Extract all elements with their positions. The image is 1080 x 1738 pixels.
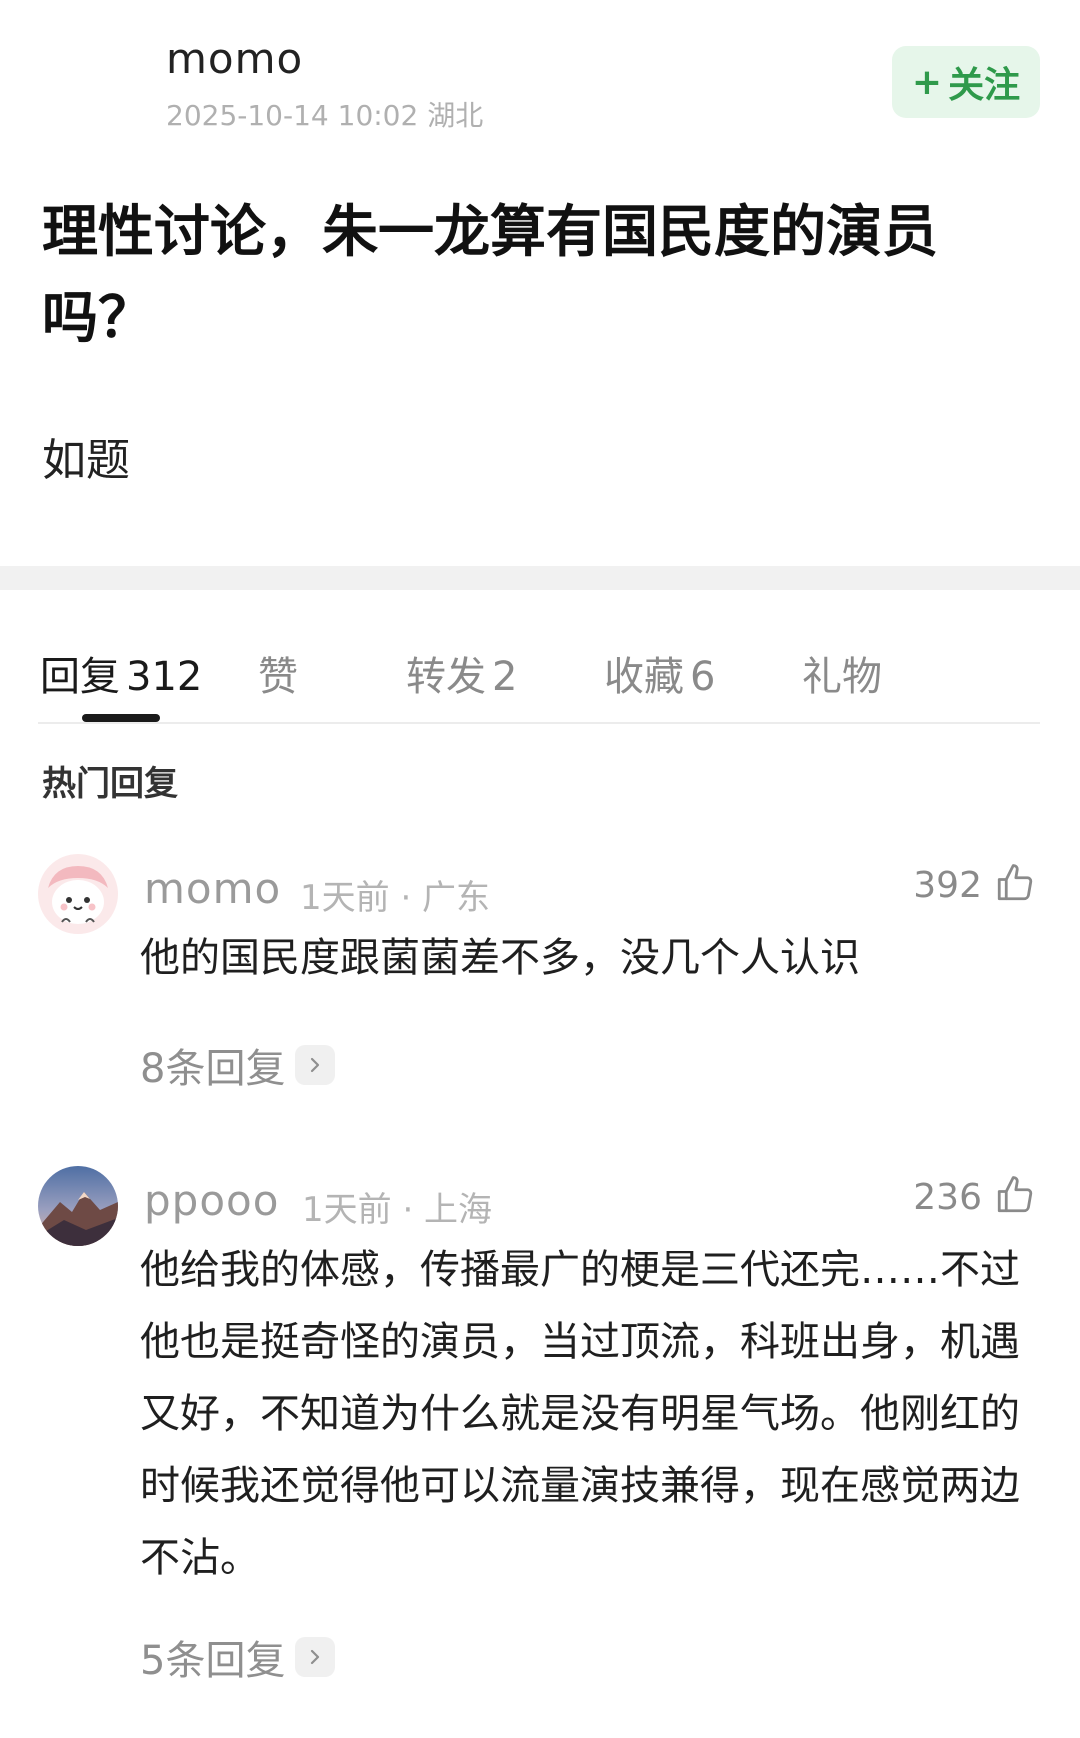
like-count: 392 [913, 864, 982, 906]
comment-meta: 1天前 · 广东 [300, 878, 491, 918]
section-divider [0, 566, 1080, 590]
comment-text: 他的国民度跟菌菌差不多，没几个人认识 [140, 935, 860, 981]
tab-favorites-label: 收藏 [604, 654, 684, 700]
like-count: 236 [913, 1176, 982, 1218]
plus-icon: + [911, 61, 943, 103]
chevron-right-icon [295, 1045, 336, 1085]
commenter-name[interactable]: momo [144, 864, 281, 913]
interaction-tabs: 回复 312 赞 转发 2 收藏 6 礼物 [0, 630, 1080, 726]
post-meta: 2025-10-14 10:02 湖北 [166, 99, 484, 132]
post-header: momo 2025-10-14 10:02 湖北 + 关注 [0, 0, 1080, 150]
tab-replies-label: 回复 [40, 654, 120, 700]
view-replies-button[interactable]: 8条回复 [140, 1036, 336, 1094]
active-tab-indicator [82, 714, 160, 722]
hot-replies-heading: 热门回复 [42, 764, 178, 804]
tab-replies-count: 312 [126, 654, 203, 700]
commenter-name[interactable]: ppooo [144, 1176, 279, 1225]
thumbs-up-icon [994, 1174, 1036, 1220]
thumbs-up-icon [994, 862, 1036, 908]
tab-favorites[interactable]: 收藏 6 [604, 644, 715, 702]
tab-reposts-count: 2 [492, 654, 518, 700]
tab-reposts-label: 转发 [406, 654, 486, 700]
tabs-divider [38, 722, 1040, 724]
comment-text: 他给我的体感，传播最广的梗是三代还完……不过他也是挺奇怪的演员，当过顶流，科班出… [140, 1247, 1020, 1581]
author-name[interactable]: momo [166, 34, 303, 83]
replies-count-label: 5条回复 [140, 1638, 286, 1684]
comment-item: momo 1天前 · 广东 392 他的国民度跟菌菌差不多，没几个人认识 8条回… [0, 850, 1080, 1092]
follow-button[interactable]: + 关注 [892, 46, 1040, 118]
tab-likes[interactable]: 赞 [258, 644, 298, 702]
tab-replies[interactable]: 回复 312 [40, 644, 202, 702]
like-button[interactable]: 392 [913, 862, 1036, 908]
tab-gifts-label: 礼物 [802, 654, 882, 700]
comment-item: ppooo 1天前 · 上海 236 他给我的体感，传播最广的梗是三代还完……不… [0, 1162, 1080, 1702]
like-button[interactable]: 236 [913, 1174, 1036, 1220]
tab-gifts[interactable]: 礼物 [802, 644, 882, 702]
avatar[interactable] [38, 1166, 118, 1246]
follow-label: 关注 [948, 65, 1021, 106]
comment-meta: 1天前 · 上海 [302, 1190, 493, 1230]
view-replies-button[interactable]: 5条回复 [140, 1628, 336, 1686]
tab-reposts[interactable]: 转发 2 [406, 644, 517, 702]
tab-likes-label: 赞 [258, 654, 298, 700]
chevron-right-icon [295, 1637, 336, 1677]
replies-count-label: 8条回复 [140, 1046, 286, 1092]
tab-favorites-count: 6 [690, 654, 716, 700]
post-title: 理性讨论，朱一龙算有国民度的演员吗？ [42, 200, 938, 351]
post-content: 如题 [42, 435, 130, 486]
avatar[interactable] [38, 854, 118, 934]
